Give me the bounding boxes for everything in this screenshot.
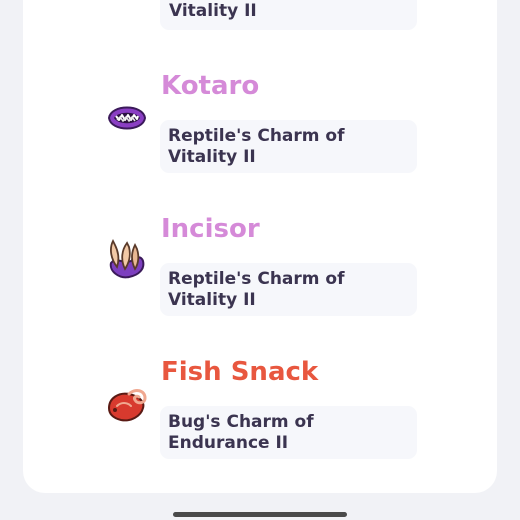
charm-label: Vitality II <box>160 0 417 30</box>
pet-name: Fish Snack <box>161 357 319 387</box>
charm-label: Reptile's Charm of Vitality II <box>160 263 417 316</box>
charm-label: Bug's Charm of Endurance II <box>160 406 417 459</box>
pet-name: Incisor <box>161 214 260 244</box>
purple-mouth-icon <box>107 106 147 130</box>
fang-icon <box>109 238 145 279</box>
charm-line-1: Reptile's Charm of <box>168 125 345 146</box>
charm-line-1: Reptile's Charm of <box>168 268 345 289</box>
charm-line-2: Vitality II <box>168 146 256 167</box>
charm-label: Reptile's Charm of Vitality II <box>160 120 417 173</box>
charm-line-2: Endurance II <box>168 432 289 453</box>
screen: Vitality II Kotaro Reptile's Charm of Vi… <box>0 0 520 520</box>
pet-name: Kotaro <box>161 71 260 101</box>
pet-list-card: Vitality II Kotaro Reptile's Charm of Vi… <box>23 0 497 493</box>
home-indicator[interactable] <box>173 512 347 517</box>
charm-line-1: Bug's Charm of <box>168 411 314 432</box>
red-fish-icon <box>107 389 147 422</box>
charm-line-2: Vitality II <box>169 1 257 21</box>
charm-line-2: Vitality II <box>168 289 256 310</box>
